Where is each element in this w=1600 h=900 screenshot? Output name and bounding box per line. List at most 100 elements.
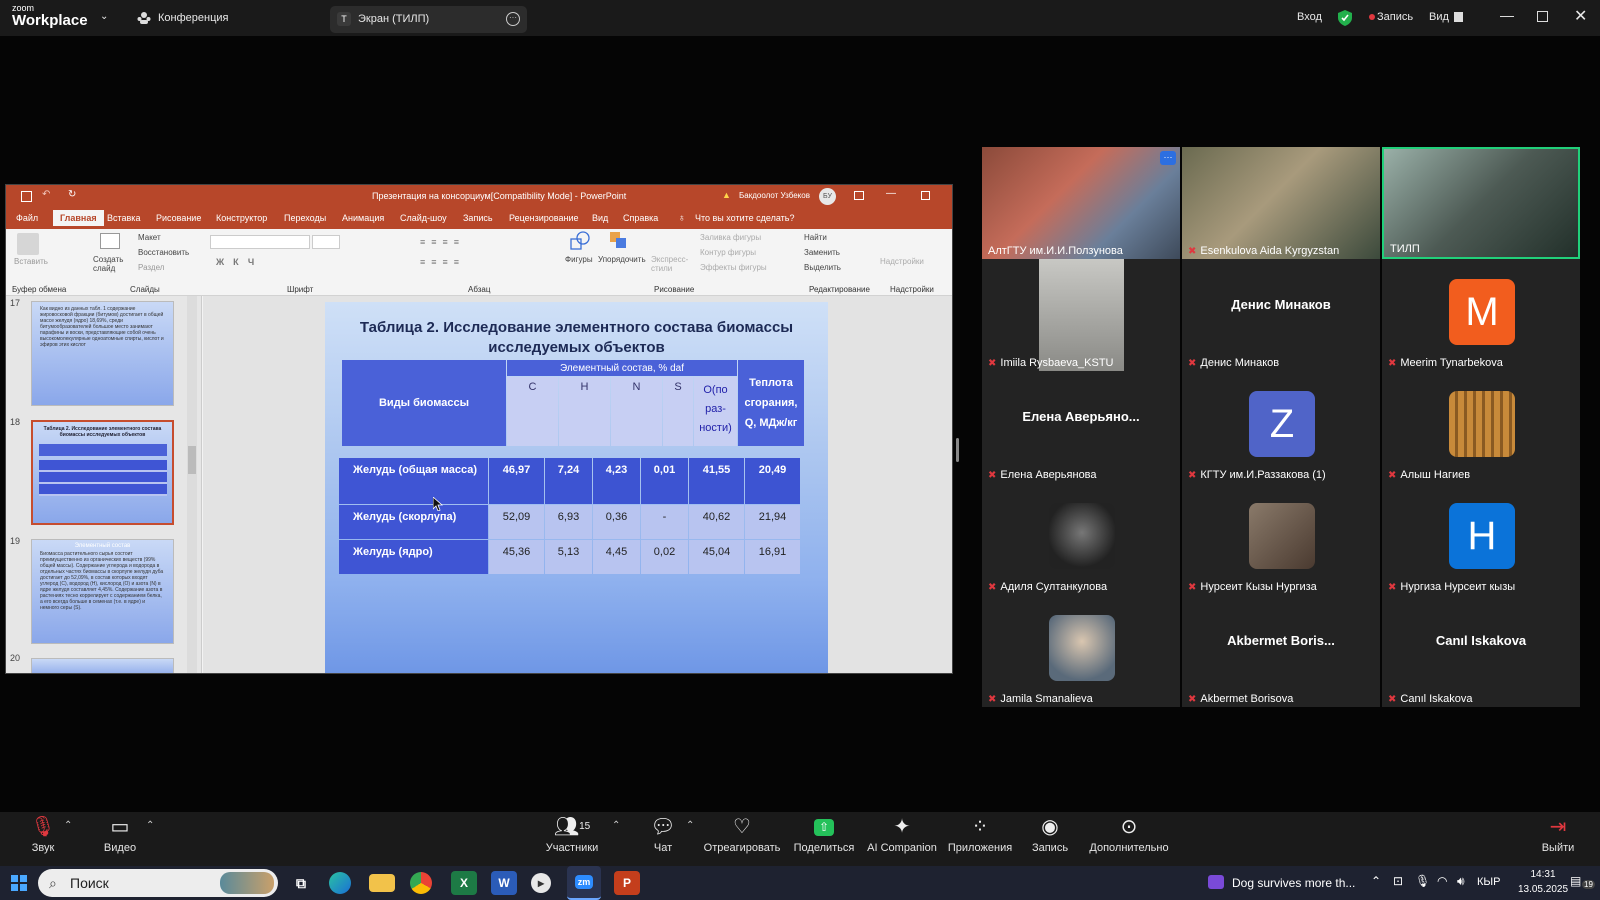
- participant-tile-active-speaker[interactable]: ТИЛП: [1382, 147, 1580, 259]
- shield-icon[interactable]: [1338, 10, 1352, 26]
- tab-slideshow[interactable]: Слайд-шоу: [400, 213, 447, 223]
- chat-button[interactable]: 💬︎ Чат: [623, 812, 703, 854]
- more-options-icon[interactable]: ···: [506, 12, 520, 26]
- powerpoint-icon[interactable]: P: [614, 871, 640, 895]
- participants-button[interactable]: 👥︎15 Участники: [532, 812, 612, 854]
- addins-button[interactable]: Надстройки: [880, 257, 924, 266]
- thumb-scrollbar-thumb[interactable]: [188, 446, 196, 474]
- paste-icon[interactable]: [17, 233, 39, 255]
- apps-button[interactable]: ⁘ Приложения: [940, 812, 1020, 854]
- meeting-label[interactable]: Конференция: [158, 12, 228, 24]
- audio-button[interactable]: 🎙︎ Звук: [3, 812, 83, 854]
- participant-tile[interactable]: ··· АлтГТУ им.И.И.Ползунова: [982, 147, 1180, 259]
- participant-tile[interactable]: ✖ Адиля Султанкулова: [982, 483, 1180, 595]
- react-button[interactable]: ♡ Отреагировать: [702, 812, 782, 854]
- participant-tile[interactable]: Akbermet Boris... ✖ Akbermet Borisova: [1182, 595, 1380, 707]
- participant-tile[interactable]: Елена Аверьяно... ✖ Елена Аверьянова: [982, 371, 1180, 483]
- save-icon[interactable]: [21, 191, 32, 202]
- arrange-button[interactable]: Упорядочить: [598, 255, 646, 264]
- task-view-icon[interactable]: ⧉: [288, 871, 314, 895]
- shape-effects-button[interactable]: Эффекты фигуры: [700, 263, 767, 272]
- taskbar-search[interactable]: ⌕ Поиск: [38, 869, 278, 897]
- slide-thumbnail-19[interactable]: Элементный состав Биомасса растительного…: [31, 539, 174, 644]
- ai-companion-button[interactable]: ✦ AI Companion: [862, 812, 942, 854]
- tab-file[interactable]: Файл: [16, 213, 38, 223]
- clock-date[interactable]: 13.05.2025: [1513, 884, 1573, 895]
- news-widget-icon[interactable]: [1208, 875, 1224, 889]
- close-icon[interactable]: ✕: [1574, 6, 1587, 26]
- paste-button[interactable]: Вставить: [14, 257, 48, 266]
- thumb-scrollbar[interactable]: [187, 296, 197, 673]
- tab-design[interactable]: Конструктор: [216, 213, 267, 223]
- word-icon[interactable]: W: [491, 871, 517, 895]
- zoom-taskbar-icon[interactable]: zm: [567, 866, 601, 900]
- participant-tile[interactable]: ✖ Нурсеит Кызы Нургиза: [1182, 483, 1380, 595]
- ribbon-display-icon[interactable]: [854, 191, 864, 200]
- shape-outline-button[interactable]: Контур фигуры: [700, 248, 756, 257]
- find-button[interactable]: Найти: [804, 233, 827, 242]
- wifi-icon[interactable]: ◠: [1437, 874, 1447, 888]
- minimize-icon[interactable]: —: [1500, 7, 1514, 23]
- quick-styles-button[interactable]: Экспресс-стили: [651, 255, 688, 273]
- reset-button[interactable]: Восстановить: [138, 248, 189, 257]
- tab-insert[interactable]: Вставка: [107, 213, 140, 223]
- bullet-buttons[interactable]: ≡≡≡≡: [420, 237, 465, 247]
- slide-thumbnail-17[interactable]: Как видно из данных табл. 1 содержание ж…: [31, 301, 174, 406]
- audio-options-chevron-icon[interactable]: ⌃: [64, 820, 72, 831]
- record-indicator[interactable]: Запись: [1377, 11, 1413, 23]
- participant-tile[interactable]: ✖ Esenkulova Aida Kyrgyzstan: [1182, 147, 1380, 259]
- record-button[interactable]: ◉ Запись: [1010, 812, 1090, 854]
- more-button[interactable]: ⊙ Дополнительно: [1087, 812, 1171, 854]
- layout-button[interactable]: Макет: [138, 233, 161, 242]
- slide-thumbnail-20[interactable]: [31, 658, 174, 673]
- tab-animations[interactable]: Анимация: [342, 213, 384, 223]
- video-button[interactable]: ▭ Видео: [80, 812, 160, 854]
- video-options-chevron-icon[interactable]: ⌃: [146, 820, 154, 831]
- section-button[interactable]: Раздел: [138, 263, 164, 272]
- share-screen-button[interactable]: ⇧ Поделиться: [784, 812, 864, 854]
- leave-button[interactable]: ⇥ Выйти: [1520, 812, 1596, 854]
- participant-tile[interactable]: H ✖ Нургиза Нурсеит кызы: [1382, 483, 1580, 595]
- tray-chevron-icon[interactable]: ⌃: [1371, 874, 1381, 888]
- tab-review[interactable]: Рецензирование: [509, 213, 579, 223]
- chrome-icon[interactable]: [410, 872, 432, 894]
- view-menu[interactable]: Вид: [1429, 11, 1449, 23]
- warning-icon[interactable]: ▲: [722, 190, 731, 200]
- tab-view[interactable]: Вид: [592, 213, 608, 223]
- tell-me-search[interactable]: Что вы хотите сделать?: [695, 213, 795, 223]
- new-slide-icon[interactable]: [100, 233, 120, 249]
- ppt-maximize-icon[interactable]: [921, 191, 930, 200]
- tab-record[interactable]: Запись: [463, 213, 493, 223]
- chat-options-chevron-icon[interactable]: ⌃: [686, 820, 694, 831]
- clock-time[interactable]: 14:31: [1513, 869, 1573, 880]
- participants-options-chevron-icon[interactable]: ⌃: [612, 820, 620, 831]
- excel-icon[interactable]: X: [451, 871, 477, 895]
- undo-icon[interactable]: ↶: [42, 189, 50, 200]
- language-indicator[interactable]: КЫР: [1477, 876, 1500, 888]
- media-icon[interactable]: ▸: [531, 873, 551, 893]
- participant-tile[interactable]: ✖ Алыш Нагиев: [1382, 371, 1580, 483]
- participant-tile[interactable]: ✖ Imiila Rysbaeva_KSTU: [982, 259, 1180, 371]
- panel-resize-handle[interactable]: [956, 438, 959, 462]
- participant-tile[interactable]: ✖ Jamila Smanalieva: [982, 595, 1180, 707]
- align-buttons[interactable]: ≡≡≡≡: [420, 257, 465, 267]
- participant-tile[interactable]: Денис Минаков ✖ Денис Минаков: [1182, 259, 1380, 371]
- arrange-icon[interactable]: [609, 231, 627, 249]
- ppt-minimize-icon[interactable]: —: [886, 188, 896, 199]
- font-format-buttons[interactable]: ЖКЧ: [216, 257, 263, 267]
- slide-thumbnail-18[interactable]: Таблица 2. Исследование элементного сост…: [31, 420, 174, 525]
- tab-home[interactable]: Главная: [53, 210, 104, 226]
- font-name-input[interactable]: [210, 235, 310, 249]
- tab-help[interactable]: Справка: [623, 213, 658, 223]
- maximize-icon[interactable]: [1537, 11, 1548, 22]
- shape-fill-button[interactable]: Заливка фигуры: [700, 233, 761, 242]
- redo-icon[interactable]: ↻: [68, 189, 76, 200]
- windows-start-icon[interactable]: [11, 875, 27, 891]
- grid-view-icon[interactable]: [1454, 12, 1463, 22]
- participant-tile[interactable]: M ✖ Meerim Tynarbekova: [1382, 259, 1580, 371]
- news-widget-text[interactable]: Dog survives more th...: [1232, 876, 1355, 890]
- participant-tile[interactable]: Z ✖ КГТУ им.И.Раззакова (1): [1182, 371, 1380, 483]
- tab-transitions[interactable]: Переходы: [284, 213, 326, 223]
- file-explorer-icon[interactable]: [369, 874, 395, 892]
- new-slide-button[interactable]: Создать слайд: [93, 255, 127, 273]
